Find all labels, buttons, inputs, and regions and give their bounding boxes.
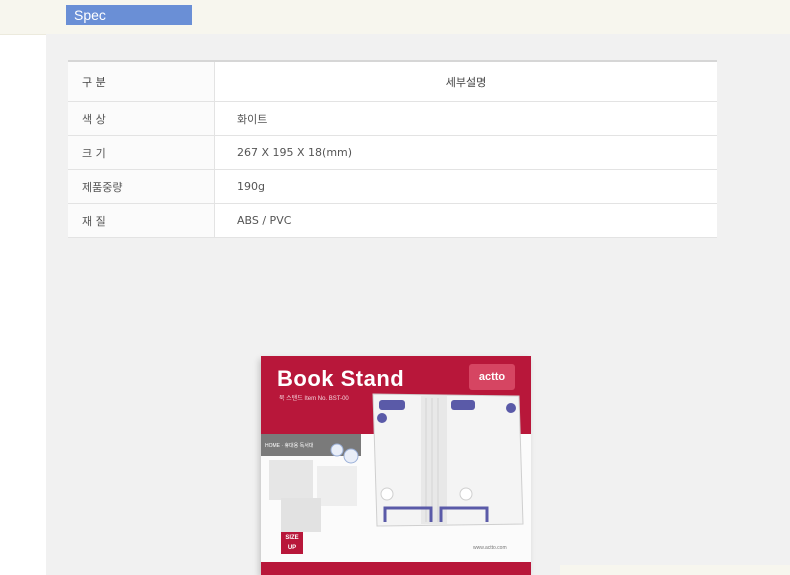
box-bottom-band xyxy=(261,562,531,575)
table-row: 제품중량 190g xyxy=(68,169,717,204)
table-row: 색 상 화이트 xyxy=(68,101,717,136)
header-value: 세부설명 xyxy=(214,61,717,102)
row-value: 화이트 xyxy=(214,101,717,136)
table-row: 재 질 ABS / PVC xyxy=(68,203,717,238)
row-key: 색 상 xyxy=(68,101,215,136)
table-header-row: 구 분 세부설명 xyxy=(68,61,717,102)
knob-right-shape xyxy=(506,403,516,413)
row-value: ABS / PVC xyxy=(214,203,717,238)
row-key: 제품중량 xyxy=(68,169,215,204)
size-up-badge: SIZE UP xyxy=(281,532,303,554)
box-url: www.actto.com xyxy=(473,545,507,551)
thumbnail-shape xyxy=(269,460,313,500)
row-value: 267 X 195 X 18(mm) xyxy=(214,135,717,170)
stand-spine-shape xyxy=(421,396,447,524)
product-box-photo: Book Stand 북 스탠드 Item No. BST-00 actto H… xyxy=(261,356,531,575)
spec-section-tab: Spec xyxy=(66,5,192,25)
spec-table: 구 분 세부설명 색 상 화이트 크 기 267 X 195 X 18(mm) … xyxy=(68,60,717,238)
knob-left-shape xyxy=(377,413,387,423)
clip-left-shape xyxy=(379,400,405,410)
stand-board-shape xyxy=(372,393,524,527)
header-key: 구 분 xyxy=(68,61,215,102)
bottom-strip xyxy=(560,565,790,575)
row-key: 크 기 xyxy=(68,135,215,170)
row-value: 190g xyxy=(214,169,717,204)
table-row: 크 기 267 X 195 X 18(mm) xyxy=(68,135,717,170)
row-key: 재 질 xyxy=(68,203,215,238)
clip-right-shape xyxy=(451,400,475,410)
